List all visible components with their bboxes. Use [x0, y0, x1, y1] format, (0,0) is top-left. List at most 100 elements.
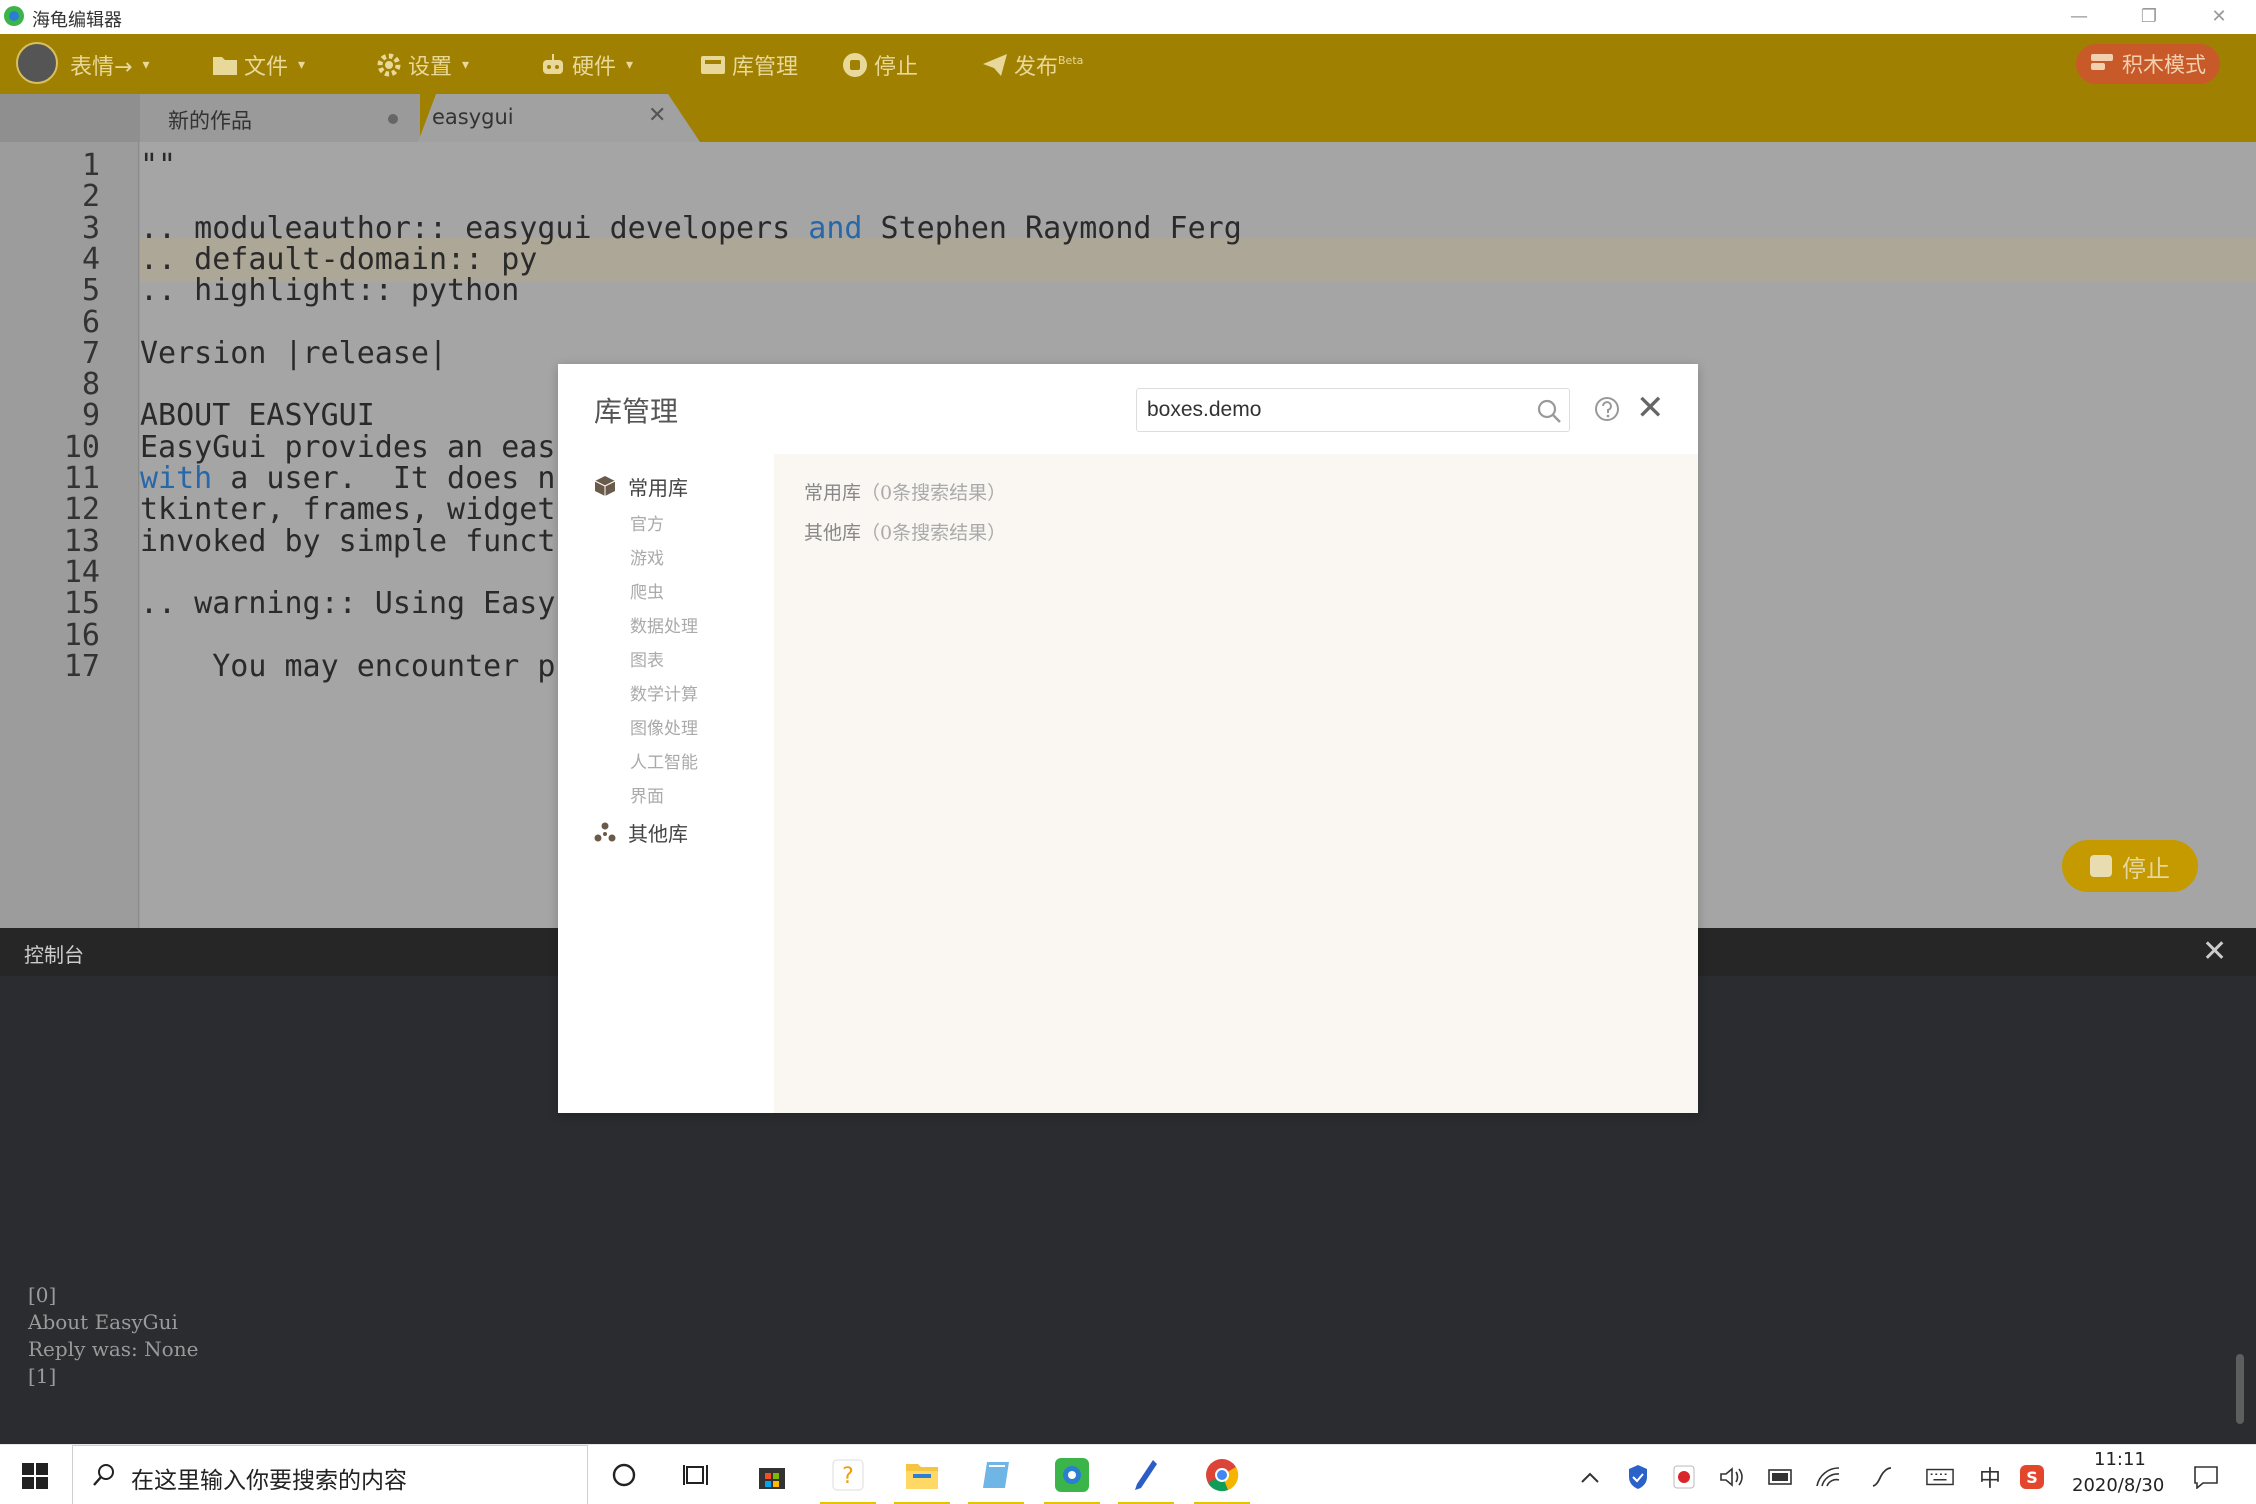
- settings-menu[interactable]: 设置 ▾: [376, 51, 470, 80]
- stop-square-icon: [2090, 855, 2112, 877]
- close-console-icon[interactable]: ✕: [2202, 934, 2227, 969]
- turtle-editor-taskbar-icon[interactable]: [1052, 1455, 1092, 1495]
- category-common[interactable]: 常用库: [594, 470, 688, 502]
- paper-plane-icon: [982, 52, 1008, 78]
- category-ai[interactable]: 人工智能: [630, 748, 698, 773]
- blocks-icon: [2090, 52, 2114, 77]
- windows-taskbar: 在这里输入你要搜索的内容 ? 中 S 11:11 2020/8/30: [0, 1444, 2256, 1504]
- notification-icon[interactable]: [2192, 1463, 2220, 1491]
- close-window-button[interactable]: ✕: [2184, 0, 2254, 34]
- store-icon[interactable]: [752, 1455, 792, 1495]
- molecule-icon: [594, 822, 616, 842]
- category-games[interactable]: 游戏: [630, 544, 664, 569]
- file-menu-label: 文件: [244, 55, 289, 80]
- console-title: 控制台: [24, 943, 84, 967]
- stop-run-label: 停止: [2122, 854, 2170, 883]
- pen-tray-icon[interactable]: [1868, 1463, 1896, 1491]
- category-common-label: 常用库: [628, 475, 688, 500]
- search-icon: [93, 1464, 114, 1486]
- close-tab-icon[interactable]: ✕: [648, 103, 666, 128]
- category-official[interactable]: 官方: [630, 510, 664, 535]
- search-icon[interactable]: [1535, 397, 1563, 425]
- category-charts[interactable]: 图表: [630, 646, 664, 671]
- stop-run-button[interactable]: 停止: [2062, 840, 2198, 892]
- taskbar-search-placeholder: 在这里输入你要搜索的内容: [131, 1468, 407, 1494]
- result-common-name: 常用库: [804, 482, 862, 504]
- library-search-input[interactable]: [1147, 395, 1507, 425]
- library-search-box: [1136, 388, 1570, 432]
- user-avatar[interactable]: [16, 42, 58, 84]
- gear-icon: [376, 52, 402, 78]
- pen-app-icon[interactable]: [1126, 1455, 1166, 1495]
- category-math[interactable]: 数学计算: [630, 680, 698, 705]
- code-text: You may encounter p: [140, 648, 556, 684]
- gutter-header: [0, 94, 140, 142]
- tab-bar: 新的作品 easygui ✕: [0, 94, 2256, 142]
- volume-icon[interactable]: [1718, 1463, 1746, 1491]
- file-explorer-icon[interactable]: [902, 1455, 942, 1495]
- clock-time[interactable]: 11:11: [2094, 1449, 2146, 1470]
- library-category-sidebar: 常用库 官方 游戏 爬虫 数据处理 图表 数学计算 图像处理 人工智能 界面 其…: [558, 454, 774, 1113]
- cortana-icon[interactable]: [604, 1455, 644, 1495]
- blocks-mode-label: 积木模式: [2122, 53, 2206, 77]
- dialog-title: 库管理: [594, 395, 679, 428]
- chevron-down-icon: ▾: [462, 57, 470, 73]
- category-image-processing[interactable]: 图像处理: [630, 714, 698, 739]
- minimize-button[interactable]: —: [2044, 0, 2114, 34]
- chevron-down-icon: ▾: [626, 57, 634, 73]
- close-dialog-icon[interactable]: ✕: [1636, 388, 1665, 428]
- result-other[interactable]: 其他库（0条搜索结果）: [804, 518, 1006, 545]
- stop-toolbar-label: 停止: [874, 55, 919, 80]
- help-icon[interactable]: [1592, 394, 1622, 424]
- category-gui[interactable]: 界面: [630, 782, 664, 807]
- file-menu[interactable]: 文件 ▾: [212, 51, 306, 80]
- chevron-down-icon: ▾: [142, 57, 150, 73]
- line-number: 17: [63, 648, 100, 684]
- restore-button[interactable]: ❐: [2114, 0, 2184, 34]
- wifi-icon[interactable]: [1814, 1463, 1842, 1491]
- svg-text:S: S: [2026, 1468, 2038, 1487]
- search-results-panel: 常用库（0条搜索结果） 其他库（0条搜索结果）: [774, 454, 1698, 1113]
- hardware-menu[interactable]: 硬件 ▾: [540, 51, 634, 80]
- clock-date[interactable]: 2020/8/30: [2072, 1475, 2164, 1496]
- help-app-icon[interactable]: ?: [828, 1455, 868, 1495]
- task-view-icon[interactable]: [676, 1455, 716, 1495]
- battery-icon[interactable]: [1766, 1463, 1794, 1491]
- settings-menu-label: 设置: [408, 55, 453, 80]
- unsaved-dot-icon: [388, 114, 398, 124]
- svg-text:?: ?: [842, 1464, 854, 1489]
- tab-label: easygui: [432, 105, 514, 129]
- result-other-count: （0条搜索结果）: [861, 522, 1007, 544]
- console-scrollbar[interactable]: [2236, 1354, 2244, 1424]
- app-title: 海龟编辑器: [32, 10, 122, 31]
- category-crawler[interactable]: 爬虫: [630, 578, 664, 603]
- result-other-name: 其他库: [804, 522, 862, 544]
- taskbar-search-box[interactable]: 在这里输入你要搜索的内容: [72, 1445, 588, 1504]
- sogou-ime-icon[interactable]: S: [2018, 1463, 2046, 1491]
- windows-start-icon[interactable]: [22, 1463, 48, 1489]
- security-app-icon[interactable]: [1670, 1463, 1698, 1491]
- emoji-menu[interactable]: 表情→ ▾: [70, 51, 150, 80]
- category-other[interactable]: 其他库: [594, 816, 688, 848]
- notepad-app-icon[interactable]: [976, 1455, 1016, 1495]
- stop-circle-icon: [842, 52, 868, 78]
- title-bar: 海龟编辑器 — ❐ ✕: [0, 0, 2256, 34]
- shield-icon[interactable]: [1624, 1463, 1652, 1491]
- chrome-icon[interactable]: [1202, 1455, 1242, 1495]
- tab-new-work[interactable]: 新的作品: [140, 94, 420, 142]
- hardware-menu-label: 硬件: [572, 55, 617, 80]
- result-common[interactable]: 常用库（0条搜索结果）: [804, 478, 1006, 505]
- keyboard-icon[interactable]: [1926, 1463, 1954, 1491]
- chevron-down-icon: ▾: [298, 57, 306, 73]
- main-toolbar: 表情→ ▾ 文件 ▾ 设置 ▾ 硬件 ▾ 库管理 停止 发布 Beta 积木模式: [0, 34, 2256, 94]
- result-common-count: （0条搜索结果）: [861, 482, 1007, 504]
- blocks-mode-button[interactable]: 积木模式: [2076, 44, 2220, 84]
- library-manager-button[interactable]: 库管理: [700, 51, 798, 80]
- stop-toolbar-button[interactable]: 停止: [842, 51, 919, 80]
- chevron-up-icon[interactable]: [1576, 1463, 1604, 1491]
- input-method-indicator[interactable]: 中: [1976, 1463, 2004, 1492]
- console-output: [0] About EasyGui Reply was: None [1]: [28, 1283, 199, 1388]
- tab-easygui[interactable]: easygui ✕: [418, 94, 700, 142]
- category-data-processing[interactable]: 数据处理: [630, 612, 698, 637]
- publish-button[interactable]: 发布 Beta: [982, 51, 1083, 80]
